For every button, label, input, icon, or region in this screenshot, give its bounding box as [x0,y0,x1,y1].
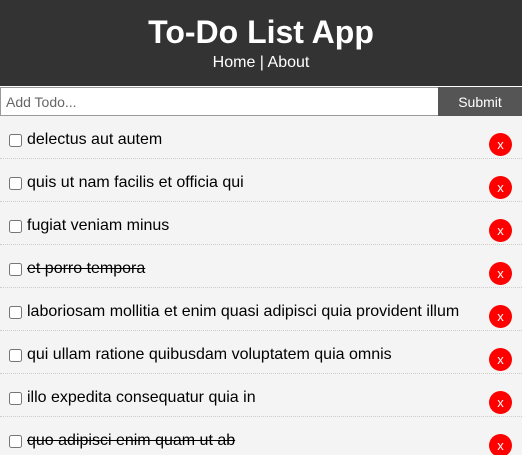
nav-link-home[interactable]: Home [213,54,256,71]
delete-button[interactable]: x [489,347,512,371]
todo-item: illo expedita consequatur quia in x [0,374,522,417]
nav-link-about[interactable]: About [268,54,310,71]
delete-button[interactable]: x [489,433,512,455]
todo-item-content: quo adipisci enim quam ut ab [9,417,489,455]
todo-item-content: illo expedita consequatur quia in [9,374,489,416]
todo-checkbox[interactable] [9,262,22,276]
todo-item: quo adipisci enim quam ut ab x [0,417,522,455]
todo-item-content: quis ut nam facilis et officia qui [9,159,489,201]
todo-title: delectus aut autem [27,131,163,148]
todo-item: quis ut nam facilis et officia qui x [0,159,522,202]
todo-item: delectus aut autem x [0,116,522,159]
todo-title: illo expedita consequatur quia in [27,389,256,406]
delete-button[interactable]: x [489,132,512,156]
todo-checkbox[interactable] [9,219,22,233]
todo-checkbox[interactable] [9,348,22,362]
todo-title: quis ut nam facilis et officia qui [27,174,244,191]
delete-button[interactable]: x [489,175,512,199]
page-title: To-Do List App [148,14,374,50]
nav-bar: Home | About [0,52,522,74]
todo-item-content: delectus aut autem [9,116,489,158]
todo-item: et porro tempora x [0,245,522,288]
todo-title: quo adipisci enim quam ut ab [27,432,236,449]
todo-item-content: laboriosam mollitia et enim quasi adipis… [9,288,489,330]
todo-item: fugiat veniam minus x [0,202,522,245]
todo-title: laboriosam mollitia et enim quasi adipis… [27,303,460,320]
todo-list: delectus aut autem x quis ut nam facilis… [0,116,522,455]
todo-title: fugiat veniam minus [27,217,170,234]
todo-item-content: qui ullam ratione quibusdam voluptatem q… [9,331,489,373]
delete-button[interactable]: x [489,390,512,414]
todo-checkbox[interactable] [9,176,22,190]
nav-separator: | [255,54,268,71]
todo-checkbox[interactable] [9,133,22,147]
app-header: To-Do List App Home | About [0,0,522,86]
add-todo-input[interactable] [0,87,438,116]
todo-title: qui ullam ratione quibusdam voluptatem q… [27,346,392,363]
todo-title: et porro tempora [27,260,146,277]
submit-button[interactable]: Submit [438,87,522,116]
add-todo-form: Submit [0,87,522,116]
todo-checkbox[interactable] [9,391,22,405]
todo-item: laboriosam mollitia et enim quasi adipis… [0,288,522,331]
delete-button[interactable]: x [489,304,512,328]
todo-item: qui ullam ratione quibusdam voluptatem q… [0,331,522,374]
todo-item-content: fugiat veniam minus [9,202,489,244]
todo-checkbox[interactable] [9,305,22,319]
delete-button[interactable]: x [489,218,512,242]
todo-item-content: et porro tempora [9,245,489,287]
todo-checkbox[interactable] [9,434,22,448]
delete-button[interactable]: x [489,261,512,285]
